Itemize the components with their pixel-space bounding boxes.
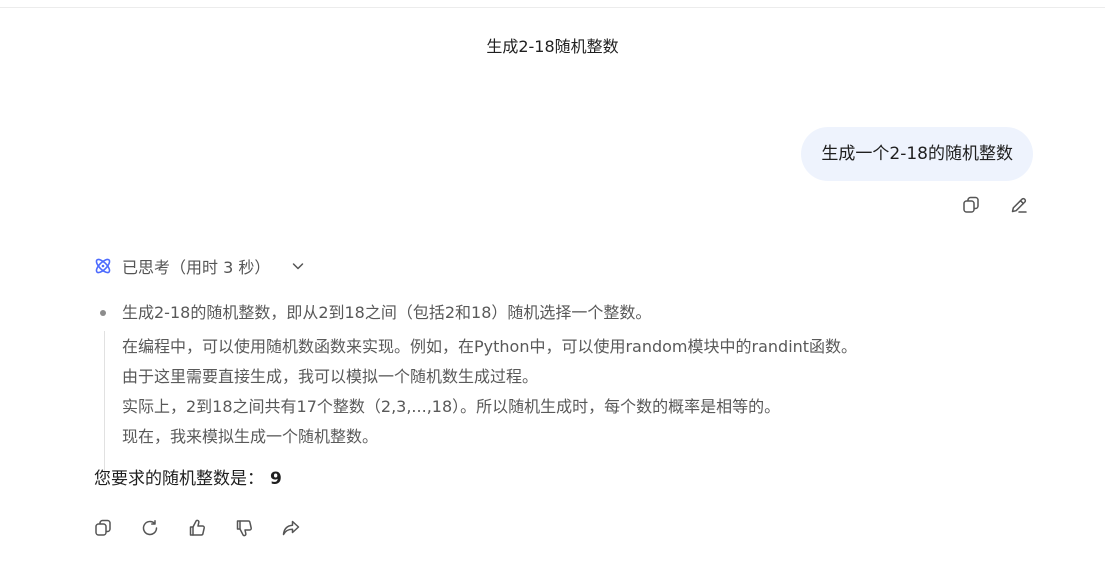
conversation-title: 生成2-18随机整数 [486, 37, 619, 56]
thumbs-down-icon[interactable] [234, 518, 254, 538]
answer-prefix: 您要求的随机整数是： [94, 469, 264, 489]
top-divider [0, 7, 1105, 8]
thinking-label: 已思考（用时 3 秒） [122, 258, 271, 277]
bullet-dot [100, 310, 106, 316]
user-message-bubble: 生成一个2-18的随机整数 [801, 127, 1033, 181]
regenerate-icon[interactable] [140, 518, 160, 538]
assistant-answer: 您要求的随机整数是： 9 [94, 467, 282, 491]
thinking-first-line: 生成2-18的随机整数，即从2到18之间（包括2和18）随机选择一个整数。 [122, 303, 652, 322]
thinking-lines: 在编程中，可以使用随机数函数来实现。例如，在Python中，可以使用random… [122, 332, 857, 452]
copy-icon[interactable] [93, 518, 113, 538]
copy-icon[interactable] [961, 195, 981, 215]
thinking-line: 现在，我来模拟生成一个随机整数。 [122, 427, 379, 446]
assistant-actions [93, 518, 301, 538]
edit-icon[interactable] [1009, 195, 1029, 215]
thumbs-up-icon[interactable] [187, 518, 207, 538]
share-icon[interactable] [281, 518, 301, 538]
chevron-down-icon [293, 263, 304, 270]
thinking-toggle[interactable]: 已思考（用时 3 秒） [93, 255, 306, 277]
thinking-line: 由于这里需要直接生成，我可以模拟一个随机数生成过程。 [122, 367, 539, 386]
thinking-quote-rule [104, 331, 105, 477]
thinking-logo-icon [95, 258, 111, 274]
user-message-actions [961, 195, 1029, 215]
answer-value: 9 [270, 469, 282, 489]
thinking-line: 实际上，2到18之间共有17个整数（2,3,...,18）。所以随机生成时，每个… [122, 397, 781, 416]
thinking-line: 在编程中，可以使用随机数函数来实现。例如，在Python中，可以使用random… [122, 337, 858, 356]
